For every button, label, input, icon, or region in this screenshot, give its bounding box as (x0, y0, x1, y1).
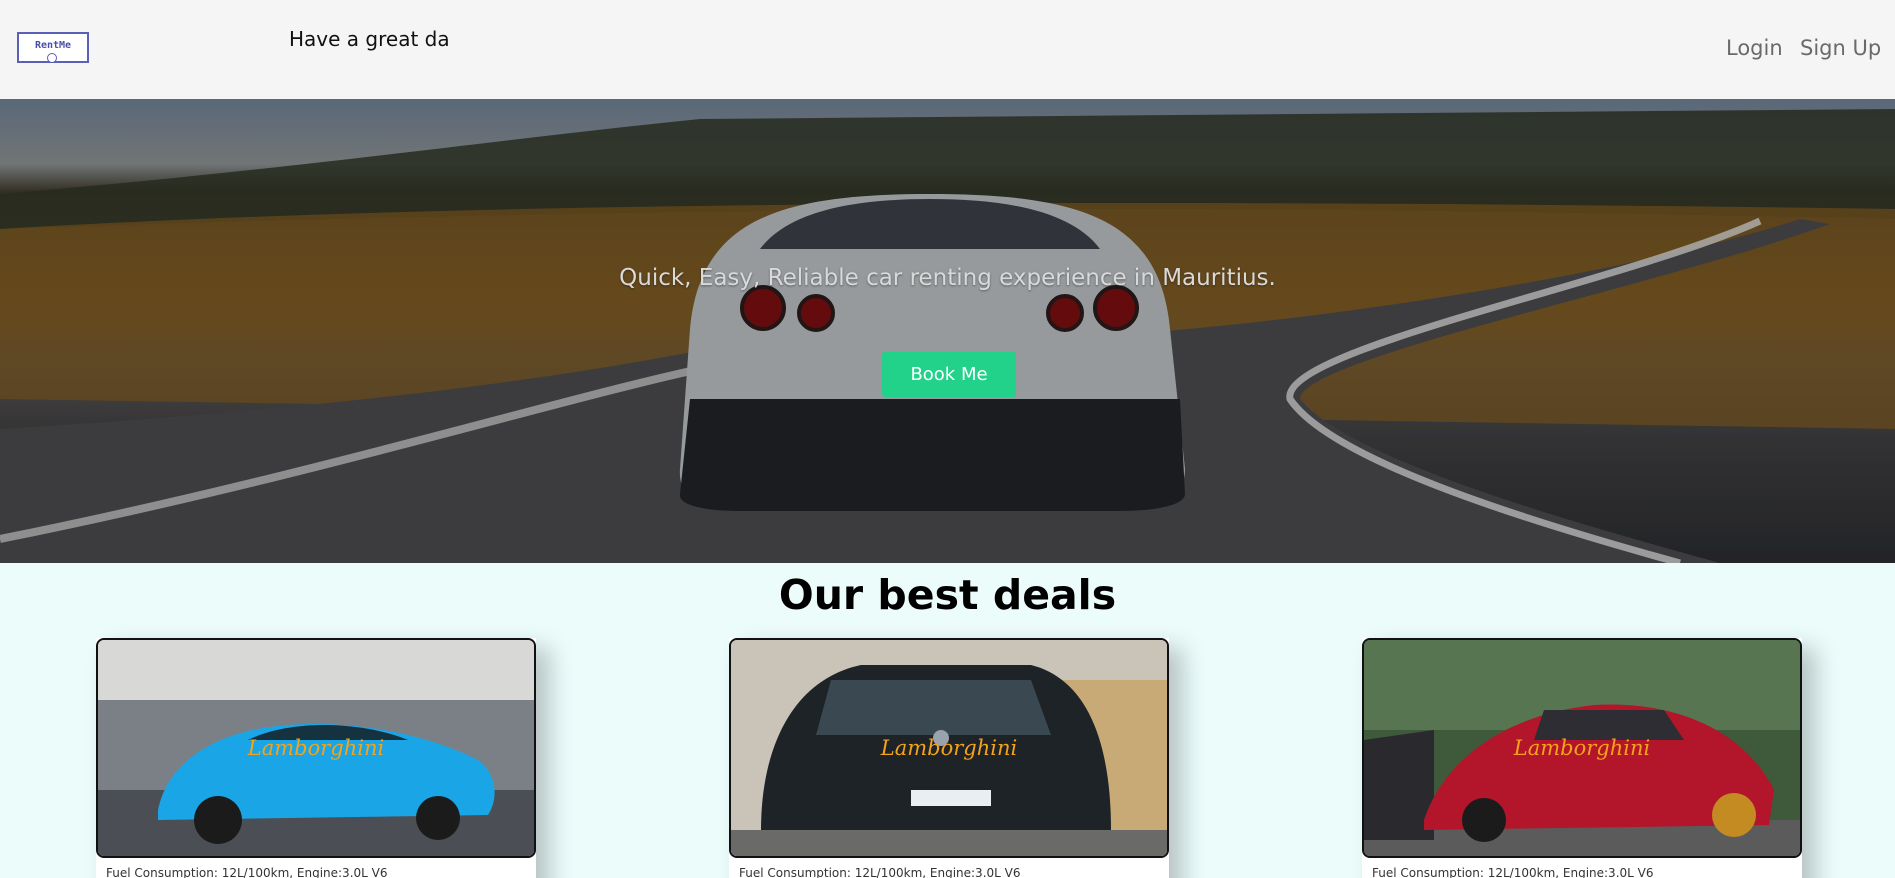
deal-card[interactable]: Lamborghini Fuel Consumption: 12L/100km,… (96, 638, 536, 878)
car-brand-label: Lamborghini (880, 736, 1018, 760)
car-specs: Fuel Consumption: 12L/100km, Engine:3.0L… (739, 866, 1021, 878)
signup-link[interactable]: Sign Up (1800, 36, 1881, 60)
location-pin-icon (47, 53, 57, 63)
rentme-logo[interactable]: RentMe (17, 32, 89, 63)
hero-tagline: Quick, Easy, Reliable car renting experi… (619, 265, 1276, 291)
deal-card[interactable]: Lamborghini Fuel Consumption: 12L/100km,… (729, 638, 1169, 878)
car-brand-label: Lamborghini (1513, 736, 1651, 760)
book-me-button[interactable]: Book Me (882, 352, 1016, 397)
car-image[interactable]: Lamborghini (1362, 638, 1802, 858)
site-header: RentMe Have a great da Login Sign Up (0, 0, 1895, 99)
car-specs: Fuel Consumption: 12L/100km, Engine:3.0L… (106, 866, 388, 878)
greeting-text: Have a great da (289, 27, 450, 51)
deals-heading: Our best deals (778, 571, 1117, 619)
hero-banner: Quick, Easy, Reliable car renting experi… (0, 99, 1895, 563)
car-specs: Fuel Consumption: 12L/100km, Engine:3.0L… (1372, 866, 1654, 878)
logo-text: RentMe (34, 40, 72, 51)
car-brand-label: Lamborghini (247, 736, 385, 760)
login-link[interactable]: Login (1726, 36, 1783, 60)
car-image[interactable]: Lamborghini (729, 638, 1169, 858)
car-image[interactable]: Lamborghini (96, 638, 536, 858)
deal-card[interactable]: Lamborghini Fuel Consumption: 12L/100km,… (1362, 638, 1802, 878)
hero-background-image (0, 99, 1895, 563)
